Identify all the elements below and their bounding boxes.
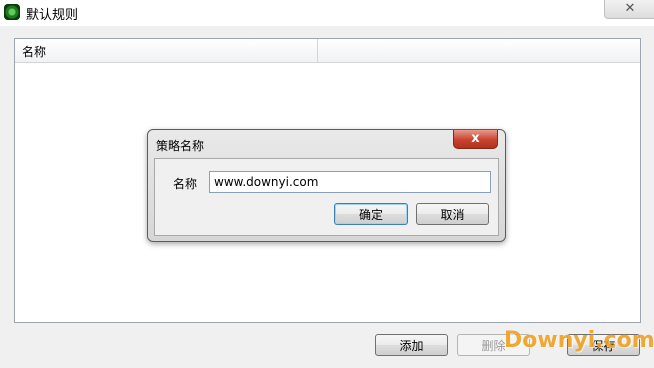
window-title: 默认规则 bbox=[26, 8, 79, 23]
ok-button[interactable]: 确定 bbox=[334, 203, 408, 225]
name-label: 名称 bbox=[173, 177, 198, 191]
close-icon: x bbox=[471, 131, 480, 146]
policy-name-input[interactable] bbox=[209, 171, 491, 193]
close-icon: ✕ bbox=[624, 1, 636, 16]
add-button[interactable]: 添加 bbox=[375, 334, 448, 356]
window-close-button[interactable]: ✕ bbox=[604, 0, 654, 19]
watermark-logo: Downyi.com bbox=[504, 328, 654, 353]
dialog-body: 名称 确定 取消 bbox=[154, 158, 499, 236]
cancel-button[interactable]: 取消 bbox=[416, 203, 489, 225]
app-icon bbox=[4, 4, 20, 20]
column-header-name[interactable]: 名称 bbox=[22, 43, 46, 60]
column-separator[interactable] bbox=[317, 39, 318, 62]
policy-name-dialog: 策略名称 x 名称 确定 取消 bbox=[147, 129, 506, 242]
dialog-close-button[interactable]: x bbox=[453, 130, 498, 149]
list-header: 名称 bbox=[15, 39, 640, 63]
dialog-title: 策略名称 bbox=[156, 139, 205, 153]
window-titlebar: 默认规则 ✕ bbox=[0, 0, 654, 26]
